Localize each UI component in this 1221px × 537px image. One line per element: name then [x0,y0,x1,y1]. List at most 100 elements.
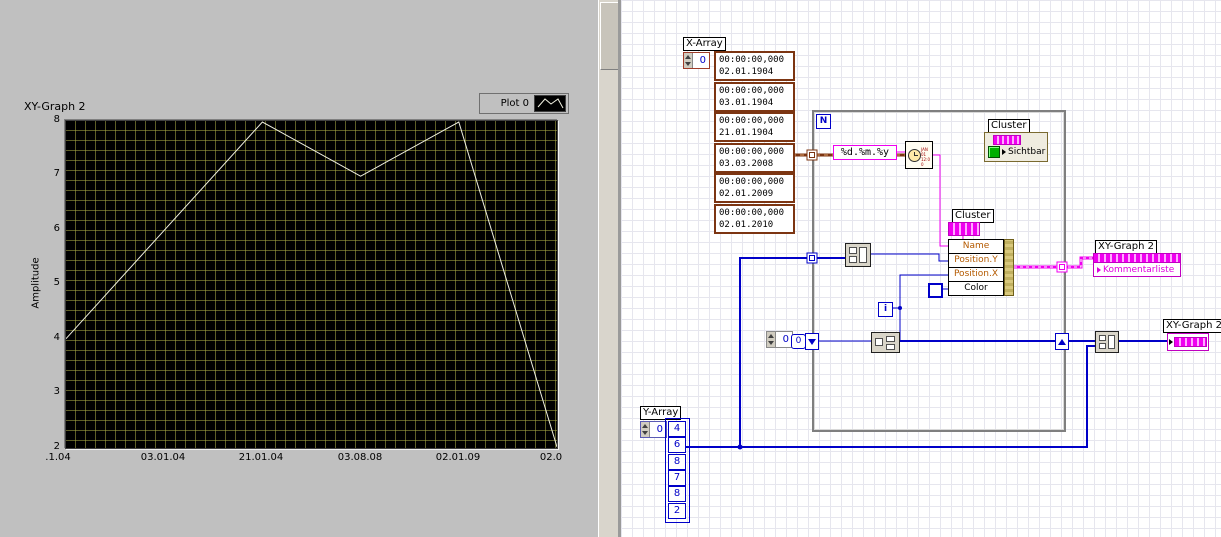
timestamp-time: 00:00:00,000 [719,207,793,219]
decrement-icon[interactable] [642,431,648,435]
insert-into-array-node[interactable] [871,332,900,353]
x-array-index-control[interactable]: 0 [683,52,710,69]
graph-title[interactable]: XY-Graph 2 [24,100,86,113]
index-arrows-icon[interactable] [767,332,776,347]
y-array-element[interactable]: 8 [668,486,686,502]
plot-line-svg [66,121,557,448]
format-string-constant[interactable]: %d.%m.%y [833,145,897,160]
index-arrows-icon[interactable] [641,422,650,437]
timestamp-constant[interactable]: 00:00:00,000 03.03.2008 [714,143,795,173]
y-array-element[interactable]: 8 [668,454,686,470]
init-index-control[interactable]: 0 [766,331,793,348]
timestamp-constant[interactable]: 00:00:00,000 02.01.1904 [714,51,795,81]
array-cell-icon [886,336,895,342]
scrollbar-thumb[interactable] [600,2,619,70]
y-array-element[interactable]: 2 [668,503,686,519]
x-array-index-value[interactable]: 0 [693,53,709,68]
decrement-icon[interactable] [685,62,691,66]
array-cell-icon [1099,343,1106,349]
property-node-label[interactable]: XY-Graph 2 [1095,240,1157,254]
property-node[interactable]: Kommentarliste [1093,253,1181,277]
timestamp-time: 00:00:00,000 [719,54,793,66]
decrement-icon[interactable] [768,341,774,345]
timestamp-constant[interactable]: 00:00:00,000 02.01.2009 [714,173,795,203]
x-tick: 03.01.04 [141,452,186,463]
y-tick: 6 [28,223,60,234]
array-cell-icon [886,344,895,350]
arrow-right-icon [1002,149,1006,155]
x-tick: 02.01.09 [436,452,481,463]
cluster-visible-constant[interactable]: Sichtbar [984,132,1048,162]
color-box-constant[interactable] [928,283,943,298]
timestamp-date: 21.01.1904 [719,127,793,139]
y-array-element[interactable]: 4 [668,421,686,437]
bundle-field-1: Position.Y [954,255,997,265]
timestamp-time: 00:00:00,000 [719,176,793,188]
clock-caption: JAN 01 12:00 [921,147,931,167]
timestamp-date: 03.01.1904 [719,97,793,109]
array-cell-icon [849,247,857,254]
boolean-led-icon [988,146,1000,158]
loop-iteration-terminal[interactable]: i [878,302,893,317]
xy-graph-indicator-label[interactable]: XY-Graph 2 [1163,319,1221,333]
timestamp-constant[interactable]: 00:00:00,000 03.01.1904 [714,82,795,112]
cluster-visible-label[interactable]: Cluster [988,119,1030,133]
timestamp-date: 02.01.2009 [719,188,793,200]
xy-graph-indicator-terminal[interactable] [1167,333,1209,351]
init-index-value[interactable]: 0 [776,332,792,347]
y-tick: 5 [28,277,60,288]
bundle-field-0: Name [963,241,990,251]
x-tick: 02.0 [540,452,562,463]
timestamp-constant[interactable]: 00:00:00,000 02.01.2010 [714,204,795,234]
plot-legend[interactable]: Plot 0 [479,93,569,114]
init-constant[interactable]: 0 [791,334,806,349]
build-array-node[interactable] [1095,331,1119,353]
increment-icon[interactable] [685,55,691,59]
y-tick: 4 [28,332,60,343]
cluster-wire-icon [993,135,1021,145]
timestamp-time: 00:00:00,000 [719,115,793,127]
timestamp-constant[interactable]: 00:00:00,000 21.01.1904 [714,112,795,142]
y-array-element[interactable]: 6 [668,437,686,453]
timestamp-date: 03.03.2008 [719,158,793,170]
front-panel-scrollbar[interactable] [598,0,618,537]
bundle-field-2: Position.X [954,269,998,279]
bundle-by-name-node[interactable]: Name Position.Y Position.X Color [948,239,1014,296]
array-cell-icon [859,247,867,263]
boolean-field-label: Sichtbar [1008,147,1045,157]
y-tick: 7 [28,168,60,179]
y-array-index-control[interactable]: 0 [640,421,667,438]
cluster-array-icon [1174,337,1207,347]
loop-count-terminal[interactable]: N [816,114,831,129]
cluster-mid-label[interactable]: Cluster [952,209,994,223]
y-array-element[interactable]: 7 [668,470,686,486]
clock-icon [908,149,921,162]
timestamp-time: 00:00:00,000 [719,146,793,158]
y-array-index-value[interactable]: 0 [650,422,666,437]
shift-register-right[interactable] [1055,333,1069,350]
x-array-label[interactable]: X-Array [683,37,726,51]
shift-register-left[interactable] [805,333,819,350]
y-tick: 3 [28,386,60,397]
legend-line-sample-icon [534,95,566,112]
format-date-time-node[interactable]: JAN 01 12:00 [905,141,933,169]
front-panel: XY-Graph 2 Plot 0 Amplitude 8 7 6 5 4 3 … [0,0,598,537]
timestamp-time: 00:00:00,000 [719,85,793,97]
increment-icon[interactable] [768,334,774,338]
property-name: Kommentarliste [1103,265,1174,275]
build-array-node[interactable] [845,243,871,267]
index-arrows-icon[interactable] [684,53,693,68]
bundle-output-strip [1004,239,1014,296]
bundle-field-3: Color [964,283,988,293]
increment-icon[interactable] [642,424,648,428]
x-tick: .1.04 [45,452,70,463]
property-node-ref-strip [1094,254,1180,263]
timestamp-date: 02.01.2010 [719,219,793,231]
x-tick: 21.01.04 [239,452,284,463]
y-tick: 8 [28,114,60,125]
cluster-constant[interactable] [948,222,980,236]
plot-line [66,122,557,447]
y-tick: 2 [28,441,60,452]
block-diagram: X-Array 0 00:00:00,000 02.01.1904 00:00:… [621,0,1221,537]
plot-area[interactable] [65,120,558,449]
